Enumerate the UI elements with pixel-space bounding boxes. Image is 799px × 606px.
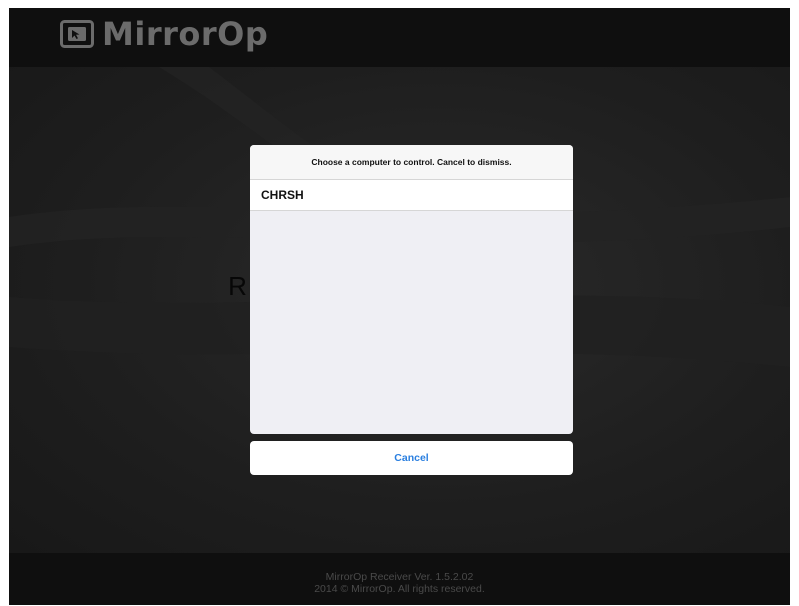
mirrorop-logo-icon bbox=[60, 20, 94, 48]
dialog-title: Choose a computer to control. Cancel to … bbox=[250, 145, 573, 180]
logo: MirrorOp bbox=[60, 17, 268, 51]
footer-version: MirrorOp Receiver Ver. 1.5.2.02 bbox=[325, 571, 474, 583]
footer: MirrorOp Receiver Ver. 1.5.2.02 2014 © M… bbox=[9, 553, 790, 605]
computer-chooser-dialog: Choose a computer to control. Cancel to … bbox=[250, 145, 573, 434]
app-screen: MirrorOp Rr MirrorOp Receiver Ver. 1.5.2… bbox=[9, 8, 790, 605]
footer-copyright: 2014 © MirrorOp. All rights reserved. bbox=[314, 583, 485, 595]
top-bar: MirrorOp bbox=[9, 8, 790, 67]
computer-list-item[interactable]: CHRSH bbox=[250, 180, 573, 211]
logo-text: MirrorOp bbox=[102, 15, 269, 53]
cancel-button[interactable]: Cancel bbox=[250, 441, 573, 475]
